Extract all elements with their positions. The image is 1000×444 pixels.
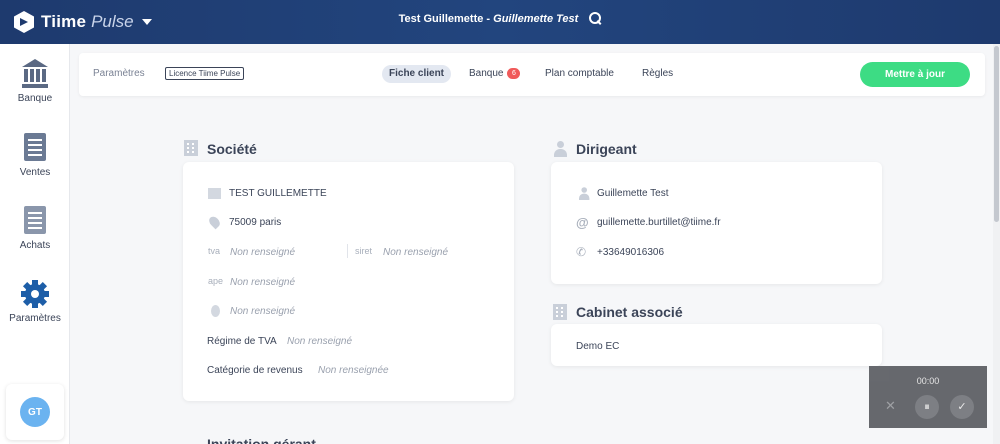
invitation-title: Invitation gérant [207,436,316,444]
client-name: Test Guillemette [398,13,484,25]
dirigeant-email[interactable]: guillemette.burtillet@tiime.fr [597,217,721,228]
cabinet-card: Demo EC [551,324,882,366]
pause-button[interactable]: ⏸ [915,395,939,419]
dirigeant-name[interactable]: Guillemette Test [597,188,669,199]
email-icon: @ [576,215,589,230]
siret-value[interactable]: Non renseigné [383,247,448,258]
breadcrumb[interactable]: Paramètres [93,68,145,79]
regime-tva-label: Régime de TVA [207,336,277,347]
medal-icon [211,305,220,317]
title-separator: - [483,13,494,25]
societe-title: Société [207,141,257,157]
cabinet-name[interactable]: Demo EC [576,341,619,352]
company-name[interactable]: TEST GUILLEMETTE [229,188,327,199]
phone-icon: ✆ [576,245,587,259]
tab-fiche-client[interactable]: Fiche client [382,65,452,83]
settings-tab-bar: Paramètres Licence Tiime Pulse Fiche cli… [79,53,985,96]
sidebar-item-ventes[interactable]: Ventes [0,133,70,178]
search-icon[interactable] [589,12,602,24]
tab-label: Banque [469,68,504,79]
medal-value[interactable]: Non renseigné [230,306,295,317]
update-button[interactable]: Mettre à jour [860,62,970,87]
sales-icon [24,133,46,161]
dirigeant-card: Guillemette Test @ guillemette.burtillet… [551,162,882,284]
company-address[interactable]: 75009 paris [229,217,281,228]
cabinet-icon [553,304,567,320]
divider [347,244,348,258]
societe-card: TEST GUILLEMETTE 75009 paris tva Non ren… [183,162,514,401]
tva-label: tva [208,246,221,256]
sidebar: Banque Ventes Achats Paramètres GT [0,44,70,444]
user-menu: GT [6,384,64,440]
tab-plan-comptable[interactable]: Plan comptable [538,65,621,83]
sidebar-item-label: Ventes [19,167,51,178]
purchases-icon-wrapper [20,206,50,236]
sidebar-item-label: Paramètres [9,313,61,324]
gear-icon [20,279,50,309]
sales-icon-wrapper [20,133,50,163]
categorie-label: Catégorie de revenus [207,365,303,376]
bank-icon [20,59,50,89]
dirigeant-title: Dirigeant [576,141,637,157]
company-icon [208,188,221,199]
avatar[interactable]: GT [20,397,50,427]
recorder-timer: 00:00 [916,376,940,386]
tab-banque[interactable]: Banque 6 [462,65,527,83]
regime-tva-value[interactable]: Non renseigné [287,336,352,347]
categorie-value[interactable]: Non renseignée [318,365,389,376]
user-name: Guillemette Test [493,13,579,25]
notification-badge: 6 [507,68,521,79]
tab-regles[interactable]: Règles [635,65,680,83]
user-icon [578,187,590,200]
scrollbar-thumb[interactable] [994,46,999,222]
building-icon [184,140,198,156]
sidebar-item-banque[interactable]: Banque [0,59,70,104]
sidebar-item-label: Achats [19,240,51,251]
confirm-button[interactable]: ✓ [950,395,974,419]
top-bar: Tiime Pulse Test Guillemette - Guillemet… [0,0,1000,44]
cabinet-title: Cabinet associé [576,304,683,320]
licence-badge: Licence Tiime Pulse [165,67,245,80]
siret-label: siret [355,246,373,256]
sidebar-item-label: Banque [17,93,53,104]
ape-value[interactable]: Non renseigné [230,277,295,288]
location-pin-icon [207,214,222,230]
dirigeant-phone[interactable]: +33649016306 [597,247,664,258]
sidebar-item-parametres[interactable]: Paramètres [0,279,70,324]
ape-label: ape [208,276,224,286]
close-icon[interactable]: ✕ [885,398,896,414]
tva-value[interactable]: Non renseigné [230,247,295,258]
client-title: Test Guillemette - Guillemette Test [0,12,1000,25]
purchases-icon [24,206,46,234]
sidebar-item-achats[interactable]: Achats [0,206,70,251]
person-icon [553,141,567,157]
screen-recorder-widget: 00:00 ✕ ⏸ ✓ [869,366,987,428]
